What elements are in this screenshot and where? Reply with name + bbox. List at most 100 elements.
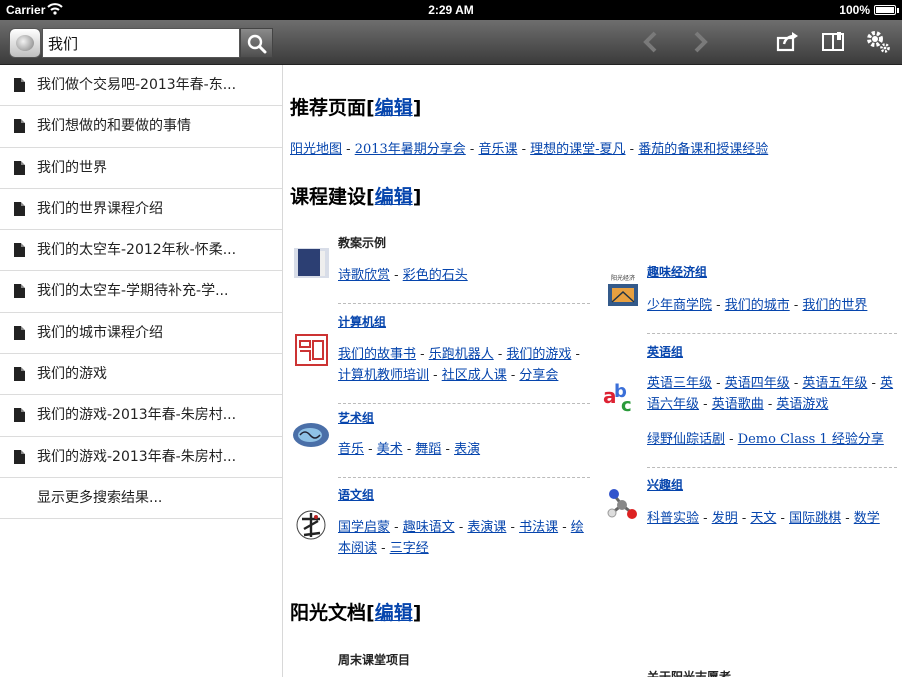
search-result-item[interactable]: 我们的世界 — [0, 148, 282, 189]
english-links: 英语三年级 - 英语四年级 - 英语五年级 - 英语六年级 - 英语歌曲 - 英… — [647, 376, 894, 412]
search-result-label: 我们想做的和要做的事情 — [37, 118, 191, 135]
document-icon — [14, 325, 25, 340]
chinese-group-thumbnail — [294, 507, 328, 547]
page-link[interactable]: 计算机教师培训 — [338, 368, 429, 383]
english-group-thumbnail: abc — [603, 379, 637, 419]
page-link[interactable]: 社区成人课 — [442, 368, 507, 383]
page-link[interactable]: 阳光地图 — [290, 142, 342, 157]
lesson-links: 诗歌欣赏 - 彩色的石头 — [338, 268, 468, 283]
search-result-label: 我们的城市课程介绍 — [37, 324, 163, 341]
page-link[interactable]: 三字经 — [390, 541, 429, 556]
page-link[interactable]: 我们的游戏 — [506, 347, 571, 362]
group-title-interest: 兴趣组 — [647, 478, 684, 492]
page-link[interactable]: 绿野仙踪话剧 — [647, 432, 725, 447]
page-link[interactable]: 舞蹈 — [415, 442, 441, 457]
article-content: 推荐页面[编辑] 阳光地图 - 2013年暑期分享会 - 音乐课 - 理想的课堂… — [290, 65, 902, 677]
back-button[interactable] — [636, 28, 666, 56]
divider — [647, 333, 897, 334]
weekend-project-title: 周末课堂项目 — [338, 653, 411, 667]
divider — [647, 467, 897, 468]
page-link[interactable]: 英语三年级 — [647, 376, 712, 391]
bookmarks-button[interactable] — [818, 28, 848, 56]
search-result-item[interactable]: 我们的城市课程介绍 — [0, 313, 282, 355]
search-input[interactable] — [43, 29, 233, 57]
group-title-economics: 趣味经济组 — [647, 265, 708, 279]
interest-group-thumbnail — [604, 485, 638, 525]
page-link[interactable]: 诗歌欣赏 — [338, 268, 390, 283]
page-link[interactable]: 少年商学院 — [647, 298, 712, 313]
search-result-item[interactable]: 我们的世界课程介绍 — [0, 189, 282, 231]
page-link[interactable]: 书法课 — [519, 520, 558, 535]
page-link[interactable]: 2013年暑期分享会 — [355, 142, 466, 157]
page-link[interactable]: 英语歌曲 — [712, 397, 764, 412]
search-result-label: 我们的世界课程介绍 — [37, 200, 163, 217]
art-group-thumbnail — [292, 420, 330, 454]
page-link[interactable]: 趣味语文 — [403, 520, 455, 535]
art-links: 音乐 - 美术 - 舞蹈 - 表演 — [338, 442, 481, 457]
group-title-lesson: 教案示例 — [338, 236, 387, 250]
page-link[interactable]: 番茄的备课和授课经验 — [638, 142, 768, 157]
page-link[interactable]: 发明 — [712, 511, 738, 526]
search-result-item[interactable]: 我们的游戏-2013年春-朱房村... — [0, 437, 282, 478]
search-result-item[interactable]: 我们的太空车-2012年秋-怀柔... — [0, 230, 282, 272]
search-result-item[interactable]: 我们的游戏-2013年春-朱房村... — [0, 395, 282, 437]
section-title-recommended: 推荐页面[编辑] — [290, 97, 422, 119]
arrow-right-icon — [694, 31, 708, 53]
page-link[interactable]: 国学启蒙 — [338, 520, 390, 535]
page-link[interactable]: 国际跳棋 — [789, 511, 841, 526]
page-link[interactable]: 表演课 — [467, 520, 506, 535]
page-link[interactable]: 英语四年级 — [725, 376, 790, 391]
page-link[interactable]: 理想的课堂-夏凡 — [530, 142, 625, 157]
search-result-item[interactable]: 我们想做的和要做的事情 — [0, 106, 282, 148]
search-result-label: 我们的游戏 — [37, 366, 107, 383]
page-link[interactable]: 科普实验 — [647, 511, 699, 526]
edit-link[interactable]: 编辑 — [375, 602, 413, 624]
show-more-label: 显示更多搜索结果... — [37, 489, 163, 506]
page-link[interactable]: 音乐 — [338, 442, 364, 457]
page-link[interactable]: 彩色的石头 — [403, 268, 468, 283]
page-link[interactable]: 音乐课 — [478, 142, 517, 157]
document-icon — [14, 119, 25, 134]
interest-links: 科普实验 - 发明 - 天文 - 国际跳棋 - 数学 — [647, 511, 880, 526]
page-link[interactable]: 天文 — [750, 511, 776, 526]
document-icon — [14, 201, 25, 216]
search-field[interactable] — [42, 28, 240, 58]
edit-link[interactable]: 编辑 — [375, 97, 413, 119]
search-result-label: 我们的太空车-学期待补充-学... — [37, 283, 229, 300]
page-link[interactable]: 我们的世界 — [802, 298, 867, 313]
share-button[interactable] — [773, 28, 803, 56]
volunteer-title: 关于阳光志愿者 — [647, 670, 732, 677]
search-result-item[interactable]: 我们的太空车-学期待补充-学... — [0, 271, 282, 313]
search-result-label: 我们的世界 — [37, 159, 107, 176]
search-result-item[interactable]: 我们做个交易吧-2013年春-东... — [0, 65, 282, 107]
arrow-left-icon — [643, 31, 657, 53]
document-icon — [14, 449, 25, 464]
group-title-chinese: 语文组 — [338, 488, 375, 502]
group-title-english: 英语组 — [647, 345, 684, 359]
search-results-list: 我们做个交易吧-2013年春-东... 我们想做的和要做的事情 我们的世界 我们… — [0, 65, 283, 677]
show-more-results-button[interactable]: 显示更多搜索结果... — [0, 478, 282, 520]
page-link[interactable]: 乐跑机器人 — [429, 347, 494, 362]
page-link[interactable]: 美术 — [377, 442, 403, 457]
search-button[interactable] — [240, 28, 273, 58]
page-link[interactable]: 我们的故事书 — [338, 347, 416, 362]
forward-button[interactable] — [685, 28, 715, 56]
settings-button[interactable] — [864, 28, 894, 56]
economics-group-thumbnail: 阳光经济 — [606, 273, 640, 312]
page-link[interactable]: 分享会 — [519, 368, 558, 383]
page-link[interactable]: Demo Class 1 经验分享 — [738, 432, 884, 447]
page-link[interactable]: 英语游戏 — [776, 397, 828, 412]
search-result-item[interactable]: 我们的游戏 — [0, 354, 282, 396]
edit-link[interactable]: 编辑 — [375, 186, 413, 208]
search-result-label: 我们做个交易吧-2013年春-东... — [37, 77, 237, 93]
wiki-logo-icon[interactable] — [9, 28, 41, 58]
document-icon — [14, 78, 25, 92]
battery-percent: 100% — [839, 3, 870, 17]
document-icon — [14, 243, 25, 258]
page-link[interactable]: 我们的城市 — [725, 298, 790, 313]
page-link[interactable]: 英语五年级 — [802, 376, 867, 391]
divider — [338, 303, 590, 304]
page-link[interactable]: 数学 — [854, 511, 880, 526]
share-icon — [776, 32, 798, 52]
page-link[interactable]: 表演 — [454, 442, 480, 457]
